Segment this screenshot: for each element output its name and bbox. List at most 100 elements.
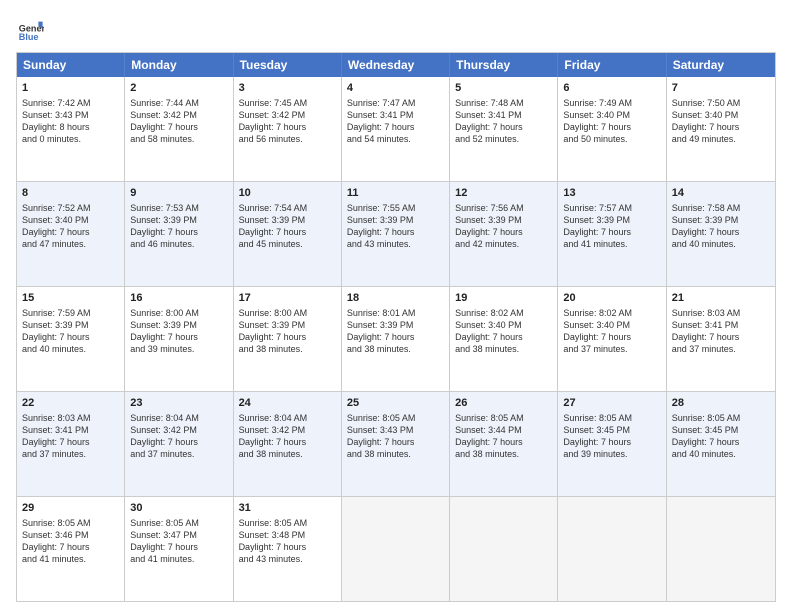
day-info-line: Daylight: 7 hours: [563, 331, 660, 343]
day-info-line: Sunrise: 7:57 AM: [563, 202, 660, 214]
day-number: 18: [347, 291, 444, 306]
day-info-line: Daylight: 7 hours: [563, 121, 660, 133]
day-info-line: Sunset: 3:40 PM: [22, 214, 119, 226]
day-info-line: Sunrise: 8:04 AM: [130, 412, 227, 424]
day-info-line: Sunrise: 8:02 AM: [455, 307, 552, 319]
day-number: 14: [672, 186, 770, 201]
day-info-line: and 38 minutes.: [347, 343, 444, 355]
day-info-line: Sunrise: 7:50 AM: [672, 97, 770, 109]
day-info-line: Daylight: 7 hours: [455, 436, 552, 448]
day-info-line: Sunset: 3:47 PM: [130, 529, 227, 541]
empty-cell-4-6: [667, 497, 775, 601]
day-info-line: and 56 minutes.: [239, 133, 336, 145]
day-info-line: Daylight: 7 hours: [22, 226, 119, 238]
day-number: 24: [239, 396, 336, 411]
day-info-line: Sunset: 3:41 PM: [22, 424, 119, 436]
day-info-line: Sunset: 3:40 PM: [455, 319, 552, 331]
day-info-line: and 40 minutes.: [672, 238, 770, 250]
day-info-line: and 39 minutes.: [563, 448, 660, 460]
day-info-line: and 37 minutes.: [672, 343, 770, 355]
weekday-header-monday: Monday: [125, 53, 233, 77]
day-info-line: Sunrise: 7:44 AM: [130, 97, 227, 109]
day-info-line: and 40 minutes.: [22, 343, 119, 355]
day-cell-30: 30Sunrise: 8:05 AMSunset: 3:47 PMDayligh…: [125, 497, 233, 601]
day-info-line: Sunrise: 7:42 AM: [22, 97, 119, 109]
day-number: 11: [347, 186, 444, 201]
day-number: 20: [563, 291, 660, 306]
day-info-line: Daylight: 7 hours: [239, 226, 336, 238]
day-cell-14: 14Sunrise: 7:58 AMSunset: 3:39 PMDayligh…: [667, 182, 775, 286]
day-cell-7: 7Sunrise: 7:50 AMSunset: 3:40 PMDaylight…: [667, 77, 775, 181]
day-info-line: and 42 minutes.: [455, 238, 552, 250]
day-info-line: Sunset: 3:40 PM: [672, 109, 770, 121]
day-info-line: Sunrise: 8:02 AM: [563, 307, 660, 319]
day-info-line: and 49 minutes.: [672, 133, 770, 145]
day-number: 19: [455, 291, 552, 306]
day-cell-3: 3Sunrise: 7:45 AMSunset: 3:42 PMDaylight…: [234, 77, 342, 181]
day-number: 23: [130, 396, 227, 411]
day-info-line: Daylight: 7 hours: [239, 121, 336, 133]
day-info-line: Daylight: 7 hours: [239, 541, 336, 553]
day-info-line: Sunrise: 7:54 AM: [239, 202, 336, 214]
day-info-line: Sunset: 3:45 PM: [672, 424, 770, 436]
day-number: 12: [455, 186, 552, 201]
day-cell-17: 17Sunrise: 8:00 AMSunset: 3:39 PMDayligh…: [234, 287, 342, 391]
day-info-line: Sunrise: 7:49 AM: [563, 97, 660, 109]
day-info-line: and 37 minutes.: [563, 343, 660, 355]
day-info-line: Sunrise: 7:48 AM: [455, 97, 552, 109]
day-cell-26: 26Sunrise: 8:05 AMSunset: 3:44 PMDayligh…: [450, 392, 558, 496]
day-info-line: Daylight: 7 hours: [22, 541, 119, 553]
weekday-header-saturday: Saturday: [667, 53, 775, 77]
weekday-header-friday: Friday: [558, 53, 666, 77]
day-info-line: Daylight: 7 hours: [130, 541, 227, 553]
day-info-line: Daylight: 7 hours: [672, 226, 770, 238]
day-info-line: Sunrise: 8:05 AM: [672, 412, 770, 424]
day-number: 13: [563, 186, 660, 201]
day-info-line: Sunset: 3:39 PM: [239, 319, 336, 331]
day-info-line: Daylight: 7 hours: [563, 226, 660, 238]
day-info-line: Sunrise: 8:05 AM: [22, 517, 119, 529]
empty-cell-4-4: [450, 497, 558, 601]
day-info-line: Daylight: 7 hours: [455, 331, 552, 343]
day-info-line: and 40 minutes.: [672, 448, 770, 460]
weekday-header-wednesday: Wednesday: [342, 53, 450, 77]
day-cell-13: 13Sunrise: 7:57 AMSunset: 3:39 PMDayligh…: [558, 182, 666, 286]
day-cell-16: 16Sunrise: 8:00 AMSunset: 3:39 PMDayligh…: [125, 287, 233, 391]
day-info-line: Sunset: 3:39 PM: [672, 214, 770, 226]
day-info-line: and 41 minutes.: [563, 238, 660, 250]
day-info-line: and 46 minutes.: [130, 238, 227, 250]
day-info-line: Sunrise: 8:05 AM: [455, 412, 552, 424]
day-number: 6: [563, 81, 660, 96]
day-info-line: Sunset: 3:39 PM: [130, 319, 227, 331]
day-info-line: Daylight: 7 hours: [455, 226, 552, 238]
day-info-line: Sunset: 3:39 PM: [130, 214, 227, 226]
day-cell-10: 10Sunrise: 7:54 AMSunset: 3:39 PMDayligh…: [234, 182, 342, 286]
day-number: 15: [22, 291, 119, 306]
day-cell-8: 8Sunrise: 7:52 AMSunset: 3:40 PMDaylight…: [17, 182, 125, 286]
day-number: 9: [130, 186, 227, 201]
day-cell-24: 24Sunrise: 8:04 AMSunset: 3:42 PMDayligh…: [234, 392, 342, 496]
day-info-line: Sunset: 3:40 PM: [563, 319, 660, 331]
day-info-line: and 38 minutes.: [239, 448, 336, 460]
day-cell-27: 27Sunrise: 8:05 AMSunset: 3:45 PMDayligh…: [558, 392, 666, 496]
day-info-line: and 50 minutes.: [563, 133, 660, 145]
day-cell-4: 4Sunrise: 7:47 AMSunset: 3:41 PMDaylight…: [342, 77, 450, 181]
day-info-line: and 52 minutes.: [455, 133, 552, 145]
day-number: 17: [239, 291, 336, 306]
day-info-line: Sunset: 3:42 PM: [130, 109, 227, 121]
day-info-line: and 47 minutes.: [22, 238, 119, 250]
day-info-line: Daylight: 7 hours: [130, 226, 227, 238]
day-info-line: Sunrise: 8:01 AM: [347, 307, 444, 319]
day-number: 2: [130, 81, 227, 96]
day-info-line: Sunset: 3:42 PM: [239, 109, 336, 121]
day-info-line: Sunrise: 7:45 AM: [239, 97, 336, 109]
day-info-line: and 43 minutes.: [347, 238, 444, 250]
calendar: SundayMondayTuesdayWednesdayThursdayFrid…: [16, 52, 776, 602]
header: General Blue: [16, 16, 776, 44]
day-info-line: Sunset: 3:46 PM: [22, 529, 119, 541]
calendar-row-2: 8Sunrise: 7:52 AMSunset: 3:40 PMDaylight…: [17, 181, 775, 286]
day-info-line: and 37 minutes.: [130, 448, 227, 460]
day-info-line: Daylight: 7 hours: [672, 331, 770, 343]
day-number: 28: [672, 396, 770, 411]
calendar-body: 1Sunrise: 7:42 AMSunset: 3:43 PMDaylight…: [17, 77, 775, 601]
